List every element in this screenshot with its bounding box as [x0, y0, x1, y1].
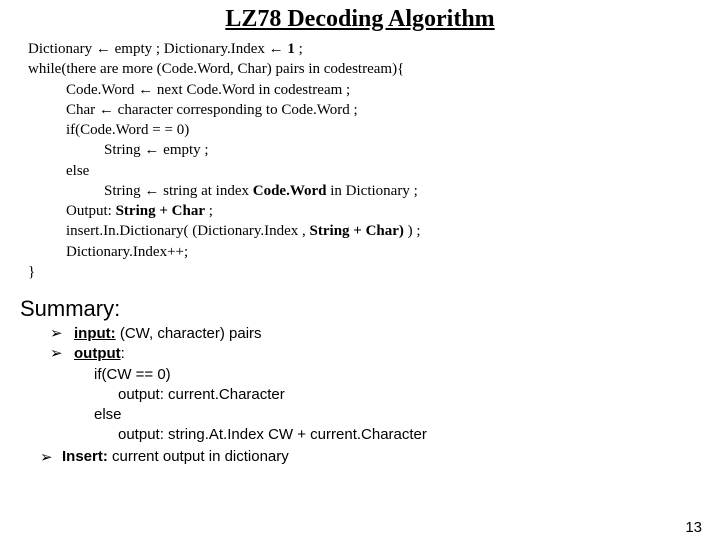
algo-line: if(Code.Word = = 0)	[66, 120, 720, 140]
algo-line: String ← string at index Code.Word in Di…	[104, 181, 720, 201]
summary-list-2: ➢ Insert: current output in dictionary	[40, 448, 720, 466]
algo-line: Dictionary ← empty ; Dictionary.Index ← …	[28, 39, 720, 59]
list-text: :	[121, 345, 125, 362]
algo-line: Code.Word ← next Code.Word in codestream…	[66, 80, 720, 100]
algo-line: }	[28, 262, 720, 282]
algo-line: Output: String + Char ;	[66, 201, 720, 221]
list-text: current output in dictionary	[108, 448, 289, 465]
list-label: input:	[74, 325, 116, 342]
list-text: (CW, character) pairs	[116, 325, 262, 342]
list-item: ➢ Insert: current output in dictionary	[40, 448, 720, 466]
summary-list: ➢ input: (CW, character) pairs ➢ output:…	[50, 324, 720, 446]
list-sub: output: string.At.Index CW + current.Cha…	[118, 425, 720, 445]
bullet-arrow-icon: ➢	[50, 324, 74, 344]
list-item: ➢ output:	[50, 344, 720, 364]
algo-line: Dictionary.Index++;	[66, 242, 720, 262]
algorithm-block: Dictionary ← empty ; Dictionary.Index ← …	[28, 39, 720, 282]
bullet-arrow-icon: ➢	[50, 344, 74, 364]
list-sub: else	[94, 405, 720, 425]
list-item: ➢ input: (CW, character) pairs	[50, 324, 720, 344]
algo-line: insert.In.Dictionary( (Dictionary.Index …	[66, 221, 720, 241]
summary-heading: Summary:	[20, 296, 720, 322]
bullet-arrow-icon: ➢	[40, 448, 62, 466]
list-sub: output: current.Character	[118, 385, 720, 405]
slide-title: LZ78 Decoding Algorithm	[0, 6, 720, 33]
page-number: 13	[685, 519, 702, 536]
algo-line: while(there are more (Code.Word, Char) p…	[28, 59, 720, 79]
list-sub: if(CW == 0)	[94, 365, 720, 385]
list-label: Insert:	[62, 448, 108, 465]
algo-line: String ← empty ;	[104, 140, 720, 160]
algo-line: Char ← character corresponding to Code.W…	[66, 100, 720, 120]
list-label: output	[74, 345, 121, 362]
algo-line: else	[66, 161, 720, 181]
